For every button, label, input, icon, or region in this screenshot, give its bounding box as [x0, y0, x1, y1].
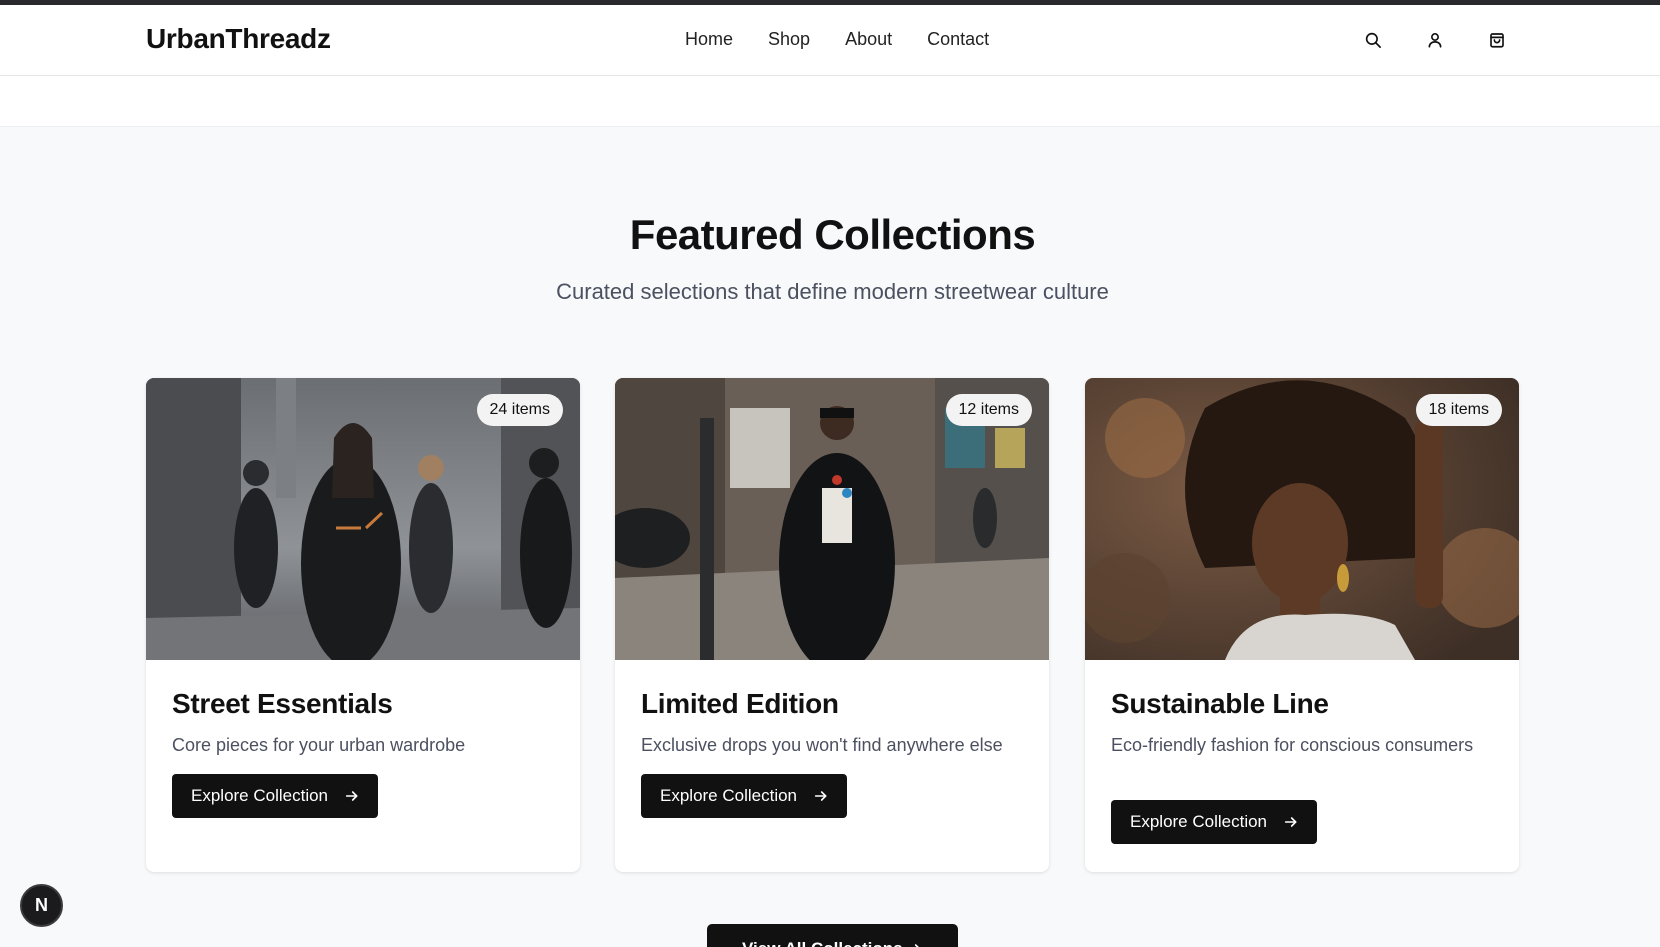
item-count-badge: 24 items	[476, 394, 563, 426]
shopping-bag-icon[interactable]	[1486, 29, 1508, 51]
nav-home[interactable]: Home	[685, 29, 733, 50]
arrow-right-icon	[814, 791, 827, 801]
brand-logo[interactable]: UrbanThreadz	[146, 23, 331, 55]
view-all-label: View All Collections	[742, 939, 903, 947]
collection-description: Eco-friendly fashion for conscious consu…	[1111, 735, 1474, 755]
collection-title: Sustainable Line	[1111, 688, 1329, 719]
arrow-right-icon	[914, 944, 919, 947]
explore-collection-label: Explore Collection	[660, 786, 798, 805]
section-title: Featured Collections	[629, 211, 1036, 258]
collection-title: Street Essentials	[172, 688, 393, 719]
collection-description: Core pieces for your urban wardrobe	[172, 735, 466, 755]
collection-card-limited-edition[interactable]: 12 items Limited Edition Exclusive drops…	[615, 378, 1049, 872]
collection-description: Exclusive drops you won't find anywhere …	[641, 735, 1003, 755]
explore-collection-label: Explore Collection	[191, 786, 329, 805]
arrow-right-icon	[1284, 817, 1297, 827]
collection-image[interactable]: 18 items	[1085, 378, 1519, 660]
nav-about[interactable]: About	[845, 29, 892, 50]
main-nav: Home Shop About Contact	[685, 29, 1024, 50]
header-actions	[1362, 29, 1508, 51]
search-icon[interactable]	[1362, 29, 1384, 51]
view-all-collections-button[interactable]: View All Collections	[707, 924, 958, 947]
explore-collection-button[interactable]: Explore Collection	[1111, 800, 1317, 844]
explore-collection-button[interactable]: Explore Collection	[641, 774, 847, 818]
explore-collection-button[interactable]: Explore Collection	[172, 774, 378, 818]
arrow-right-icon	[345, 791, 358, 801]
explore-collection-label: Explore Collection	[1130, 812, 1268, 831]
section-subtitle: Curated selections that define modern st…	[556, 279, 1109, 304]
collection-image[interactable]: 24 items	[146, 378, 580, 660]
collection-card-sustainable-line[interactable]: 18 items Sustainable Line Eco-friendly f…	[1085, 378, 1519, 872]
nav-contact[interactable]: Contact	[927, 29, 989, 50]
collection-image[interactable]: 12 items	[615, 378, 1049, 660]
item-count-badge: 12 items	[945, 394, 1032, 426]
collection-card-street-essentials[interactable]: 24 items Street Essentials Core pieces f…	[146, 378, 580, 872]
nav-shop[interactable]: Shop	[768, 29, 810, 50]
user-icon[interactable]	[1424, 29, 1446, 51]
site-header: UrbanThreadz Home Shop About Contact	[0, 5, 1660, 76]
item-count-badge: 18 items	[1415, 394, 1502, 426]
header-spacer-strip	[0, 76, 1660, 127]
collection-title: Limited Edition	[641, 688, 839, 719]
dev-tools-badge[interactable]: N	[20, 884, 63, 927]
